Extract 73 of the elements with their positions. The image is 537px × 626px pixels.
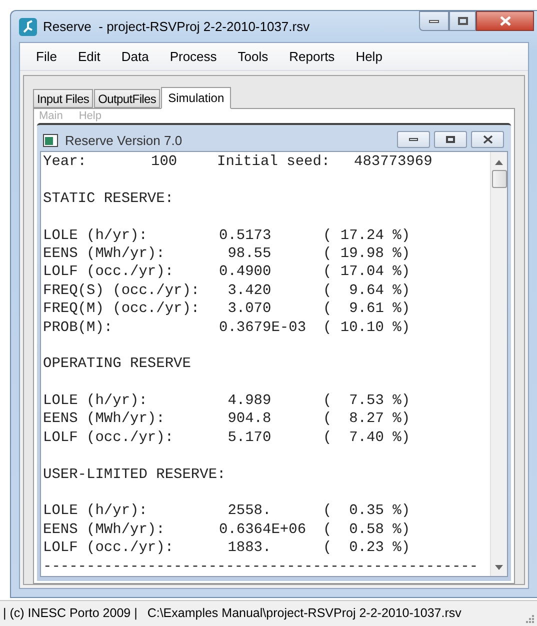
scrollbar[interactable]	[490, 152, 507, 576]
report-value: 904.8	[226, 410, 272, 429]
report-value: 0.5173	[219, 226, 272, 245]
report-percent: ( 0.58 %)	[323, 520, 410, 540]
child-window-title: Reserve Version 7.0	[65, 132, 182, 150]
report-label: LOLE (h/yr):	[43, 392, 148, 410]
close-button[interactable]	[476, 11, 534, 31]
report-label: EENS (MWh/yr):	[43, 410, 166, 429]
section-heading: STATIC RESERVE:	[43, 190, 174, 208]
report-value: 100	[151, 153, 178, 172]
report-label: LOLF (occ./yr):	[43, 539, 175, 558]
app-icon	[19, 18, 37, 36]
menu-item[interactable]: Edit	[78, 46, 100, 66]
report-percent: ( 17.04 %)	[323, 263, 410, 282]
scroll-thumb[interactable]	[492, 170, 506, 188]
minimize-button[interactable]	[397, 131, 430, 148]
section-heading: OPERATING RESERVE	[43, 355, 191, 374]
restore-button[interactable]	[434, 131, 467, 148]
report-percent: ( 8.27 %)	[323, 410, 410, 429]
report-label: LOLF (occ./yr):	[43, 428, 175, 448]
menu-item[interactable]: File	[36, 46, 57, 66]
tab[interactable]: Input Files	[33, 89, 94, 108]
close-button[interactable]	[471, 131, 504, 148]
tab[interactable]: OutputFiles	[94, 89, 160, 108]
report-value: 0.4900	[219, 263, 272, 282]
report-value: 0.3679E-03	[219, 318, 308, 337]
report-value: 98.55	[226, 244, 272, 264]
window-icon	[43, 134, 59, 148]
maximize-button[interactable]	[449, 11, 476, 31]
report-percent: ( 9.61 %)	[323, 300, 410, 319]
report-label: LOLE (h/yr):	[43, 502, 148, 521]
report-label: EENS (MWh/yr):	[43, 244, 166, 264]
tab[interactable]: Simulation	[161, 87, 232, 110]
menu-item[interactable]: Tools	[238, 46, 268, 66]
report-percent: ( 19.98 %)	[323, 244, 410, 264]
scroll-down-icon[interactable]	[495, 565, 503, 570]
menu-item[interactable]: Reports	[289, 46, 335, 66]
report-percent: ( 0.35 %)	[323, 502, 410, 521]
report-percent: ( 0.23 %)	[323, 539, 410, 558]
window-title: Reserve - project-RSVProj 2-2-2010-1037.rsv	[43, 18, 310, 36]
menu-item[interactable]: Data	[121, 46, 149, 66]
report-value: 0.6364E+06	[219, 520, 308, 540]
report-value: 483773969	[354, 153, 432, 172]
report-label: PROB(M):	[43, 318, 114, 337]
close-icon	[500, 16, 510, 26]
close-icon	[482, 135, 492, 144]
copyright-text: | (c) INESC Porto 2009 |	[3, 605, 138, 622]
report-label: LOLF (occ./yr):	[43, 263, 175, 282]
report-percent: ( 7.53 %)	[323, 392, 410, 410]
report-label: Initial seed:	[217, 153, 332, 172]
report-percent: ( 17.24 %)	[323, 226, 410, 245]
report-percent: ( 9.64 %)	[323, 282, 410, 300]
report-value: 4.989	[226, 392, 272, 410]
report-value: 2558.	[226, 502, 272, 521]
file-path: C:\Examples Manual\project-RSVProj 2-2-2010-1037.rsv	[147, 605, 462, 622]
report-percent: ( 7.40 %)	[323, 428, 410, 448]
report-label: EENS (MWh/yr):	[43, 520, 166, 540]
report-label: FREQ(S) (occ./yr):	[43, 282, 201, 300]
report-percent: ( 10.10 %)	[323, 318, 410, 337]
menu-item[interactable]: Process	[170, 46, 217, 66]
scroll-up-icon[interactable]	[495, 160, 503, 166]
report-label: Year:	[43, 153, 88, 172]
section-heading: USER-LIMITED RESERVE:	[43, 466, 226, 484]
resize-grip-icon[interactable]	[525, 614, 534, 623]
report-label: FREQ(M) (occ./yr):	[43, 300, 201, 319]
menu-item[interactable]: Help	[356, 46, 382, 66]
report-value: 3.070	[226, 300, 272, 319]
separator-line: --------------------------------------------------	[43, 558, 478, 576]
report-value: 1883.	[226, 539, 272, 558]
report-label: LOLE (h/yr):	[43, 226, 148, 245]
minimize-button[interactable]	[419, 11, 449, 31]
report-value: 3.420	[226, 282, 272, 300]
report-value: 5.170	[226, 428, 272, 448]
